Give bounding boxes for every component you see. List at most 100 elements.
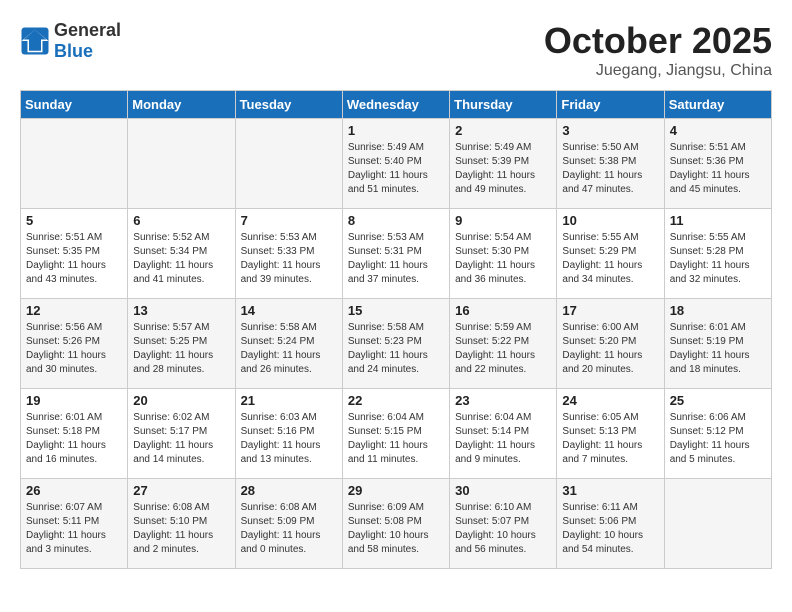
day-info: Sunrise: 5:52 AM Sunset: 5:34 PM Dayligh…: [133, 231, 229, 287]
calendar-day-25: 25 Sunrise: 6:06 AM Sunset: 5:12 PM Dayli…: [664, 389, 771, 479]
calendar-day-3: 3Sunrise: 5:50 AM Sunset: 5:38 PM Daylig…: [557, 119, 664, 209]
calendar-empty-cell: [21, 119, 128, 209]
month-title: October 2025: [544, 20, 772, 62]
title-block: October 2025 Juegang, Jiangsu, China: [544, 20, 772, 80]
calendar-week-row: 1Sunrise: 5:49 AM Sunset: 5:40 PM Daylig…: [21, 119, 772, 209]
day-info: Sunrise: 6:06 AM Sunset: 5:12 PM Dayligh…: [670, 411, 766, 467]
day-info: Sunrise: 6:02 AM Sunset: 5:17 PM Dayligh…: [133, 411, 229, 467]
calendar-day-7: 7 Sunrise: 5:53 AM Sunset: 5:33 PM Daylig…: [235, 209, 342, 299]
day-info: Sunrise: 5:57 AM Sunset: 5:25 PM Dayligh…: [133, 321, 229, 377]
weekday-header-saturday: Saturday: [664, 91, 771, 119]
day-info: Sunrise: 6:01 AM Sunset: 5:19 PM Dayligh…: [670, 321, 766, 377]
day-number: 6: [133, 213, 229, 228]
weekday-header-friday: Friday: [557, 91, 664, 119]
day-number: 14: [241, 303, 337, 318]
calendar-day-27: 27 Sunrise: 6:08 AM Sunset: 5:10 PM Dayli…: [128, 479, 235, 569]
day-info: Sunrise: 6:08 AM Sunset: 5:09 PM Dayligh…: [241, 501, 337, 557]
calendar-day-4: 4Sunrise: 5:51 AM Sunset: 5:36 PM Daylig…: [664, 119, 771, 209]
calendar-day-1: 1Sunrise: 5:49 AM Sunset: 5:40 PM Daylig…: [342, 119, 449, 209]
day-info: Sunrise: 6:00 AM Sunset: 5:20 PM Dayligh…: [562, 321, 658, 377]
day-number: 22: [348, 393, 444, 408]
day-info: Sunrise: 5:59 AM Sunset: 5:22 PM Dayligh…: [455, 321, 551, 377]
day-info: Sunrise: 6:04 AM Sunset: 5:15 PM Dayligh…: [348, 411, 444, 467]
day-number: 5: [26, 213, 122, 228]
day-number: 10: [562, 213, 658, 228]
day-info: Sunrise: 5:53 AM Sunset: 5:33 PM Dayligh…: [241, 231, 337, 287]
calendar-day-18: 18 Sunrise: 6:01 AM Sunset: 5:19 PM Dayli…: [664, 299, 771, 389]
calendar-day-31: 31 Sunrise: 6:11 AM Sunset: 5:06 PM Dayli…: [557, 479, 664, 569]
day-number: 16: [455, 303, 551, 318]
calendar-week-row: 5 Sunrise: 5:51 AM Sunset: 5:35 PM Daylig…: [21, 209, 772, 299]
day-info: Sunrise: 5:54 AM Sunset: 5:30 PM Dayligh…: [455, 231, 551, 287]
calendar-day-22: 22 Sunrise: 6:04 AM Sunset: 5:15 PM Dayli…: [342, 389, 449, 479]
day-info: Sunrise: 6:03 AM Sunset: 5:16 PM Dayligh…: [241, 411, 337, 467]
calendar-empty-cell: [235, 119, 342, 209]
day-number: 26: [26, 483, 122, 498]
weekday-header-monday: Monday: [128, 91, 235, 119]
calendar-day-9: 9 Sunrise: 5:54 AM Sunset: 5:30 PM Daylig…: [450, 209, 557, 299]
day-number: 15: [348, 303, 444, 318]
day-info: Sunrise: 6:04 AM Sunset: 5:14 PM Dayligh…: [455, 411, 551, 467]
calendar-day-29: 29Sunrise: 6:09 AM Sunset: 5:08 PM Dayli…: [342, 479, 449, 569]
calendar-day-2: 2Sunrise: 5:49 AM Sunset: 5:39 PM Daylig…: [450, 119, 557, 209]
day-info: Sunrise: 5:58 AM Sunset: 5:23 PM Dayligh…: [348, 321, 444, 377]
day-info: Sunrise: 5:49 AM Sunset: 5:39 PM Dayligh…: [455, 141, 551, 197]
calendar-week-row: 12 Sunrise: 5:56 AM Sunset: 5:26 PM Dayli…: [21, 299, 772, 389]
day-number: 12: [26, 303, 122, 318]
day-number: 1: [348, 123, 444, 138]
logo-blue-text: Blue: [54, 41, 93, 61]
calendar-day-5: 5 Sunrise: 5:51 AM Sunset: 5:35 PM Daylig…: [21, 209, 128, 299]
day-info: Sunrise: 5:53 AM Sunset: 5:31 PM Dayligh…: [348, 231, 444, 287]
page-header: General Blue October 2025 Juegang, Jiang…: [20, 20, 772, 80]
day-number: 17: [562, 303, 658, 318]
logo-icon: [20, 26, 50, 56]
weekday-header-wednesday: Wednesday: [342, 91, 449, 119]
logo: General Blue: [20, 20, 121, 62]
day-info: Sunrise: 5:55 AM Sunset: 5:29 PM Dayligh…: [562, 231, 658, 287]
calendar-day-12: 12 Sunrise: 5:56 AM Sunset: 5:26 PM Dayli…: [21, 299, 128, 389]
day-info: Sunrise: 6:11 AM Sunset: 5:06 PM Dayligh…: [562, 501, 658, 557]
calendar-day-15: 15 Sunrise: 5:58 AM Sunset: 5:23 PM Dayli…: [342, 299, 449, 389]
day-info: Sunrise: 5:58 AM Sunset: 5:24 PM Dayligh…: [241, 321, 337, 377]
calendar-week-row: 19Sunrise: 6:01 AM Sunset: 5:18 PM Dayli…: [21, 389, 772, 479]
calendar-day-19: 19Sunrise: 6:01 AM Sunset: 5:18 PM Dayli…: [21, 389, 128, 479]
day-number: 8: [348, 213, 444, 228]
calendar-day-8: 8 Sunrise: 5:53 AM Sunset: 5:31 PM Daylig…: [342, 209, 449, 299]
logo-general-text: General: [54, 20, 121, 40]
weekday-header-tuesday: Tuesday: [235, 91, 342, 119]
calendar-day-28: 28 Sunrise: 6:08 AM Sunset: 5:09 PM Dayli…: [235, 479, 342, 569]
day-number: 27: [133, 483, 229, 498]
weekday-header-row: SundayMondayTuesdayWednesdayThursdayFrid…: [21, 91, 772, 119]
day-info: Sunrise: 6:08 AM Sunset: 5:10 PM Dayligh…: [133, 501, 229, 557]
weekday-header-sunday: Sunday: [21, 91, 128, 119]
day-info: Sunrise: 5:51 AM Sunset: 5:35 PM Dayligh…: [26, 231, 122, 287]
day-info: Sunrise: 5:50 AM Sunset: 5:38 PM Dayligh…: [562, 141, 658, 197]
calendar-day-20: 20 Sunrise: 6:02 AM Sunset: 5:17 PM Dayli…: [128, 389, 235, 479]
calendar-day-14: 14 Sunrise: 5:58 AM Sunset: 5:24 PM Dayli…: [235, 299, 342, 389]
day-info: Sunrise: 6:10 AM Sunset: 5:07 PM Dayligh…: [455, 501, 551, 557]
day-number: 18: [670, 303, 766, 318]
day-number: 23: [455, 393, 551, 408]
calendar-day-24: 24Sunrise: 6:05 AM Sunset: 5:13 PM Dayli…: [557, 389, 664, 479]
day-number: 28: [241, 483, 337, 498]
day-number: 31: [562, 483, 658, 498]
day-info: Sunrise: 6:07 AM Sunset: 5:11 PM Dayligh…: [26, 501, 122, 557]
calendar-empty-cell: [664, 479, 771, 569]
calendar-empty-cell: [128, 119, 235, 209]
day-info: Sunrise: 5:56 AM Sunset: 5:26 PM Dayligh…: [26, 321, 122, 377]
calendar-week-row: 26 Sunrise: 6:07 AM Sunset: 5:11 PM Dayli…: [21, 479, 772, 569]
calendar-day-13: 13Sunrise: 5:57 AM Sunset: 5:25 PM Dayli…: [128, 299, 235, 389]
day-number: 20: [133, 393, 229, 408]
day-number: 7: [241, 213, 337, 228]
calendar-day-21: 21 Sunrise: 6:03 AM Sunset: 5:16 PM Dayli…: [235, 389, 342, 479]
day-info: Sunrise: 6:01 AM Sunset: 5:18 PM Dayligh…: [26, 411, 122, 467]
weekday-header-thursday: Thursday: [450, 91, 557, 119]
day-number: 21: [241, 393, 337, 408]
day-number: 11: [670, 213, 766, 228]
calendar-table: SundayMondayTuesdayWednesdayThursdayFrid…: [20, 90, 772, 569]
calendar-day-30: 30Sunrise: 6:10 AM Sunset: 5:07 PM Dayli…: [450, 479, 557, 569]
day-number: 25: [670, 393, 766, 408]
day-number: 9: [455, 213, 551, 228]
calendar-day-23: 23 Sunrise: 6:04 AM Sunset: 5:14 PM Dayli…: [450, 389, 557, 479]
calendar-day-10: 10 Sunrise: 5:55 AM Sunset: 5:29 PM Dayli…: [557, 209, 664, 299]
